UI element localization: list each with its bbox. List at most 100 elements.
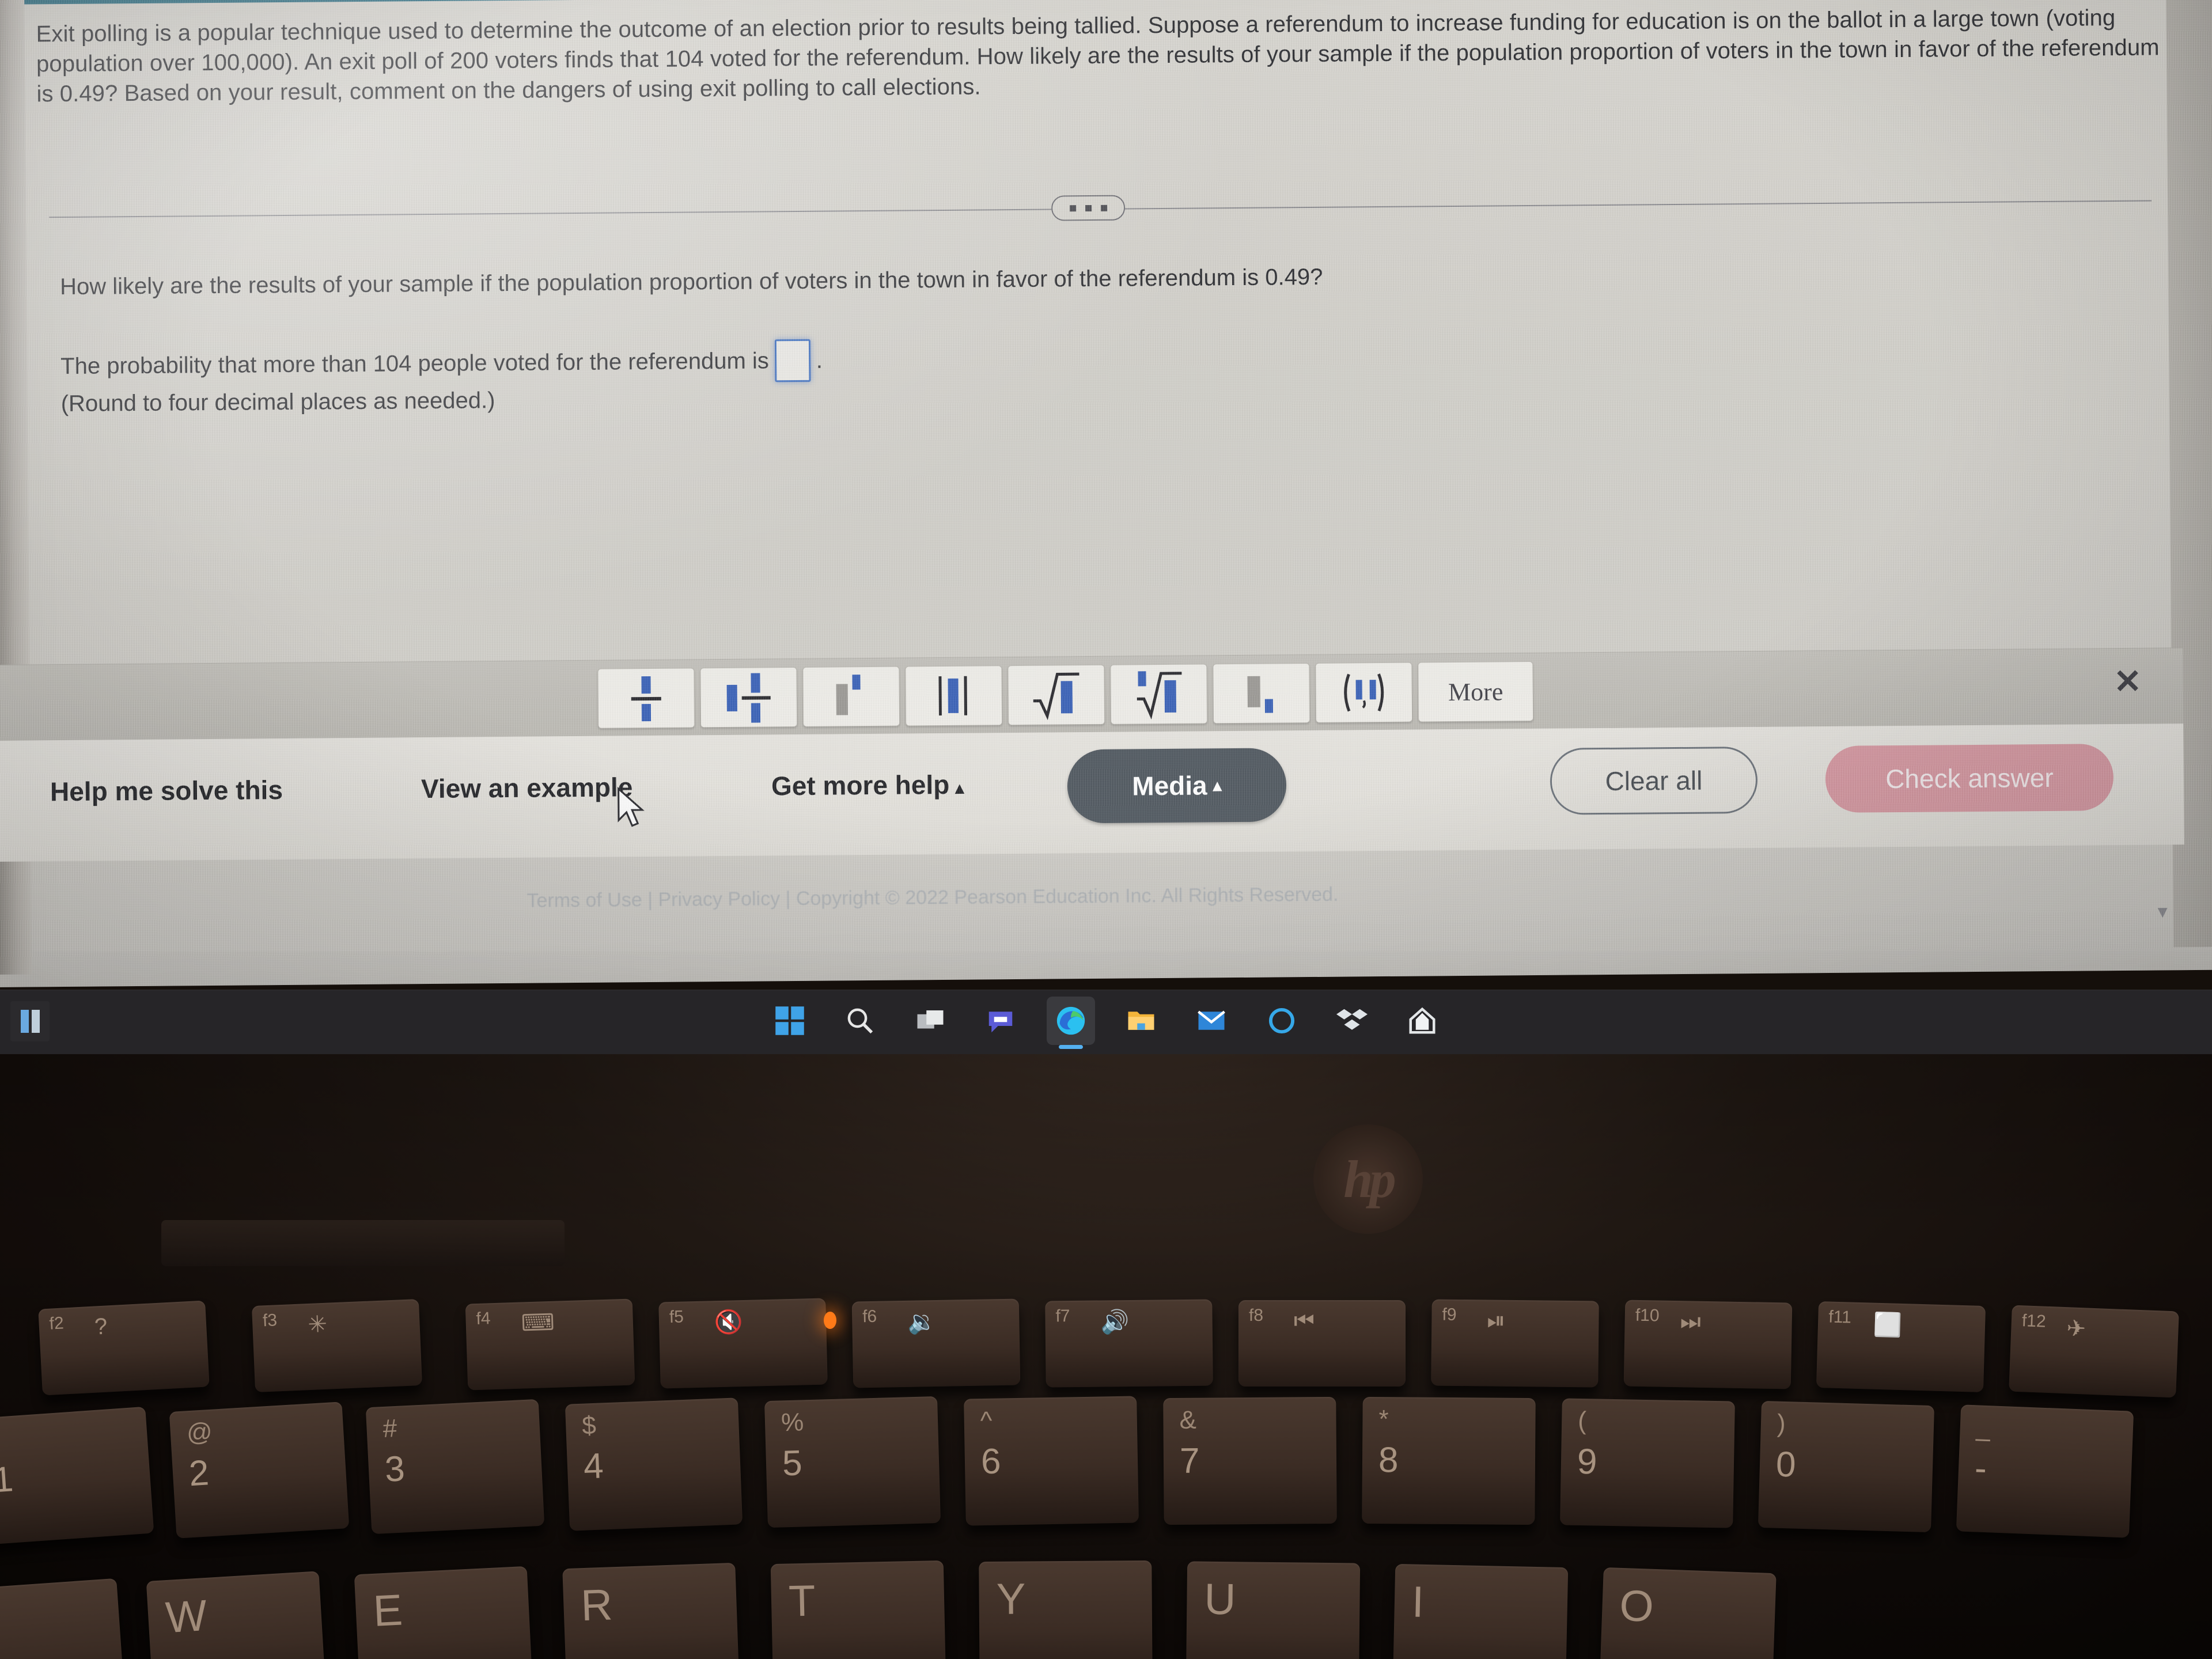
key-2-label: 2 — [188, 1453, 210, 1494]
f10-label: f10 — [1635, 1305, 1660, 1325]
chat-icon[interactable] — [976, 997, 1025, 1045]
get-more-help-button[interactable]: Get more help ▴ — [771, 769, 964, 802]
file-explorer-icon[interactable] — [1117, 997, 1165, 1045]
key-7[interactable]: & 7 — [1163, 1396, 1337, 1525]
keypad-square-root-button[interactable] — [1007, 664, 1105, 726]
page-footer: Terms of Use | Privacy Policy | Copyrigh… — [527, 883, 1339, 912]
windows-taskbar — [0, 990, 2212, 1054]
key-minus[interactable]: _ - — [1956, 1404, 2134, 1538]
media-button[interactable]: Media ▴ — [1067, 748, 1287, 824]
key-r[interactable]: R — [562, 1562, 740, 1659]
photo-scene: Exit polling is a popular technique used… — [0, 0, 2212, 1659]
keypad-subscript-button[interactable] — [1213, 663, 1310, 724]
edge-icon[interactable] — [1047, 997, 1095, 1045]
key-u[interactable]: U — [1185, 1561, 1361, 1659]
widget-bar-1 — [20, 1010, 29, 1033]
math-keypad-buttons: More — [597, 661, 1534, 729]
answer-prompt-label: The probability that more than 104 peopl… — [60, 347, 769, 379]
key-8[interactable]: * 8 — [1362, 1396, 1536, 1525]
f12-glyph: ✈ — [2066, 1316, 2086, 1342]
keypad-absolute-value-button[interactable] — [905, 665, 1003, 726]
key-w[interactable]: W — [146, 1571, 327, 1659]
check-answer-button[interactable]: Check answer — [1825, 744, 2114, 813]
key-q[interactable]: Q — [0, 1578, 126, 1659]
subscript-icon — [1233, 668, 1289, 719]
keypad-exponent-button[interactable] — [802, 666, 900, 727]
keypad-mixed-number-button[interactable] — [700, 667, 798, 728]
f7-glyph: 🔊 — [1100, 1309, 1130, 1335]
key-o[interactable]: O — [1599, 1567, 1777, 1659]
search-icon[interactable] — [836, 997, 884, 1045]
key-e[interactable]: E — [354, 1566, 533, 1659]
key-4-shift: $ — [581, 1411, 597, 1440]
key-6[interactable]: ^ 6 — [964, 1396, 1139, 1526]
keypad-more-button[interactable]: More — [1418, 661, 1534, 722]
key-0[interactable]: ) 0 — [1758, 1400, 1935, 1533]
f9-key[interactable]: f9 ⏯ — [1431, 1299, 1599, 1388]
f11-label: f11 — [1828, 1307, 1852, 1327]
keypad-ordered-pair-button[interactable] — [1315, 662, 1413, 723]
nth-root-svg — [1137, 672, 1182, 719]
sub-question-text: How likely are the results of your sampl… — [59, 264, 1323, 300]
key-i-label: I — [1411, 1577, 1425, 1627]
f5-key[interactable]: f5 🔇 — [658, 1298, 828, 1389]
key-5[interactable]: % 5 — [764, 1396, 941, 1528]
f12-label: f12 — [2021, 1311, 2047, 1331]
f10-glyph: ⏭ — [1680, 1309, 1702, 1335]
close-icon[interactable]: ✕ — [2109, 663, 2146, 703]
key-y[interactable]: Y — [979, 1560, 1153, 1659]
key-2-shift: @ — [185, 1417, 214, 1448]
task-view-icon[interactable] — [906, 997, 955, 1045]
exponent-icon — [823, 671, 879, 722]
f12-key[interactable]: f12 ✈ — [2009, 1305, 2179, 1398]
key-t[interactable]: T — [770, 1560, 946, 1659]
fraction-icon — [618, 673, 674, 724]
f3-glyph: ✳ — [307, 1311, 328, 1338]
f4-key[interactable]: f4 ⌨ — [465, 1298, 635, 1391]
f6-key[interactable]: f6 🔉 — [851, 1298, 1021, 1388]
f4-glyph: ⌨ — [521, 1309, 555, 1336]
help-me-solve-this-link[interactable]: Help me solve this — [50, 774, 283, 807]
keypad-fraction-button[interactable] — [597, 668, 695, 729]
ordered-pair-icon — [1336, 667, 1392, 718]
key-4-label: 4 — [582, 1446, 604, 1487]
dropbox-icon[interactable] — [1328, 997, 1376, 1045]
view-an-example-link[interactable]: View an example — [421, 771, 633, 804]
expand-ellipsis-button[interactable] — [1051, 195, 1126, 221]
key-4[interactable]: $ 4 — [565, 1397, 743, 1531]
key-1[interactable]: ! 1 — [0, 1406, 154, 1546]
taskbar-widgets-icon[interactable] — [10, 1001, 50, 1041]
f2-label: f2 — [48, 1313, 65, 1334]
key-e-label: E — [372, 1585, 404, 1636]
f2-key[interactable]: f2 ? — [38, 1300, 210, 1396]
f2-glyph: ? — [93, 1313, 108, 1340]
keyboard-letter-row: Q W E R T Y U I O — [0, 1550, 2212, 1659]
f3-key[interactable]: f3 ✳ — [251, 1298, 423, 1393]
taskbar-pinned-apps — [766, 997, 1446, 1045]
f11-key[interactable]: f11 ⬜ — [1816, 1301, 1986, 1393]
f10-key[interactable]: f10 ⏭ — [1623, 1300, 1793, 1389]
ordered-pair-svg — [1344, 673, 1384, 712]
start-icon[interactable] — [766, 997, 814, 1045]
f8-label: f8 — [1249, 1306, 1264, 1325]
key-7-shift: & — [1179, 1406, 1197, 1434]
home-app-icon[interactable] — [1398, 997, 1446, 1045]
f6-glyph: 🔉 — [907, 1309, 937, 1335]
key-3[interactable]: # 3 — [365, 1399, 545, 1535]
keypad-nth-root-button[interactable] — [1110, 664, 1208, 725]
clear-all-button[interactable]: Clear all — [1550, 746, 1758, 815]
answer-input[interactable] — [774, 339, 811, 382]
circle-app-icon[interactable] — [1257, 997, 1306, 1045]
key-9[interactable]: ( 9 — [1560, 1398, 1735, 1528]
f7-key[interactable]: f7 🔊 — [1045, 1299, 1213, 1388]
f8-key[interactable]: f8 ⏮ — [1238, 1300, 1406, 1387]
answer-period: . — [816, 347, 823, 373]
mail-icon[interactable] — [1187, 997, 1236, 1045]
key-9-shift: ( — [1577, 1406, 1587, 1435]
scroll-down-arrow[interactable]: ▾ — [2158, 900, 2168, 923]
keypad-more-label: More — [1448, 677, 1503, 706]
key-minus-shift: _ — [1975, 1413, 1991, 1442]
key-2[interactable]: @ 2 — [169, 1402, 350, 1539]
key-i[interactable]: I — [1392, 1563, 1569, 1659]
key-3-shift: # — [382, 1414, 398, 1444]
